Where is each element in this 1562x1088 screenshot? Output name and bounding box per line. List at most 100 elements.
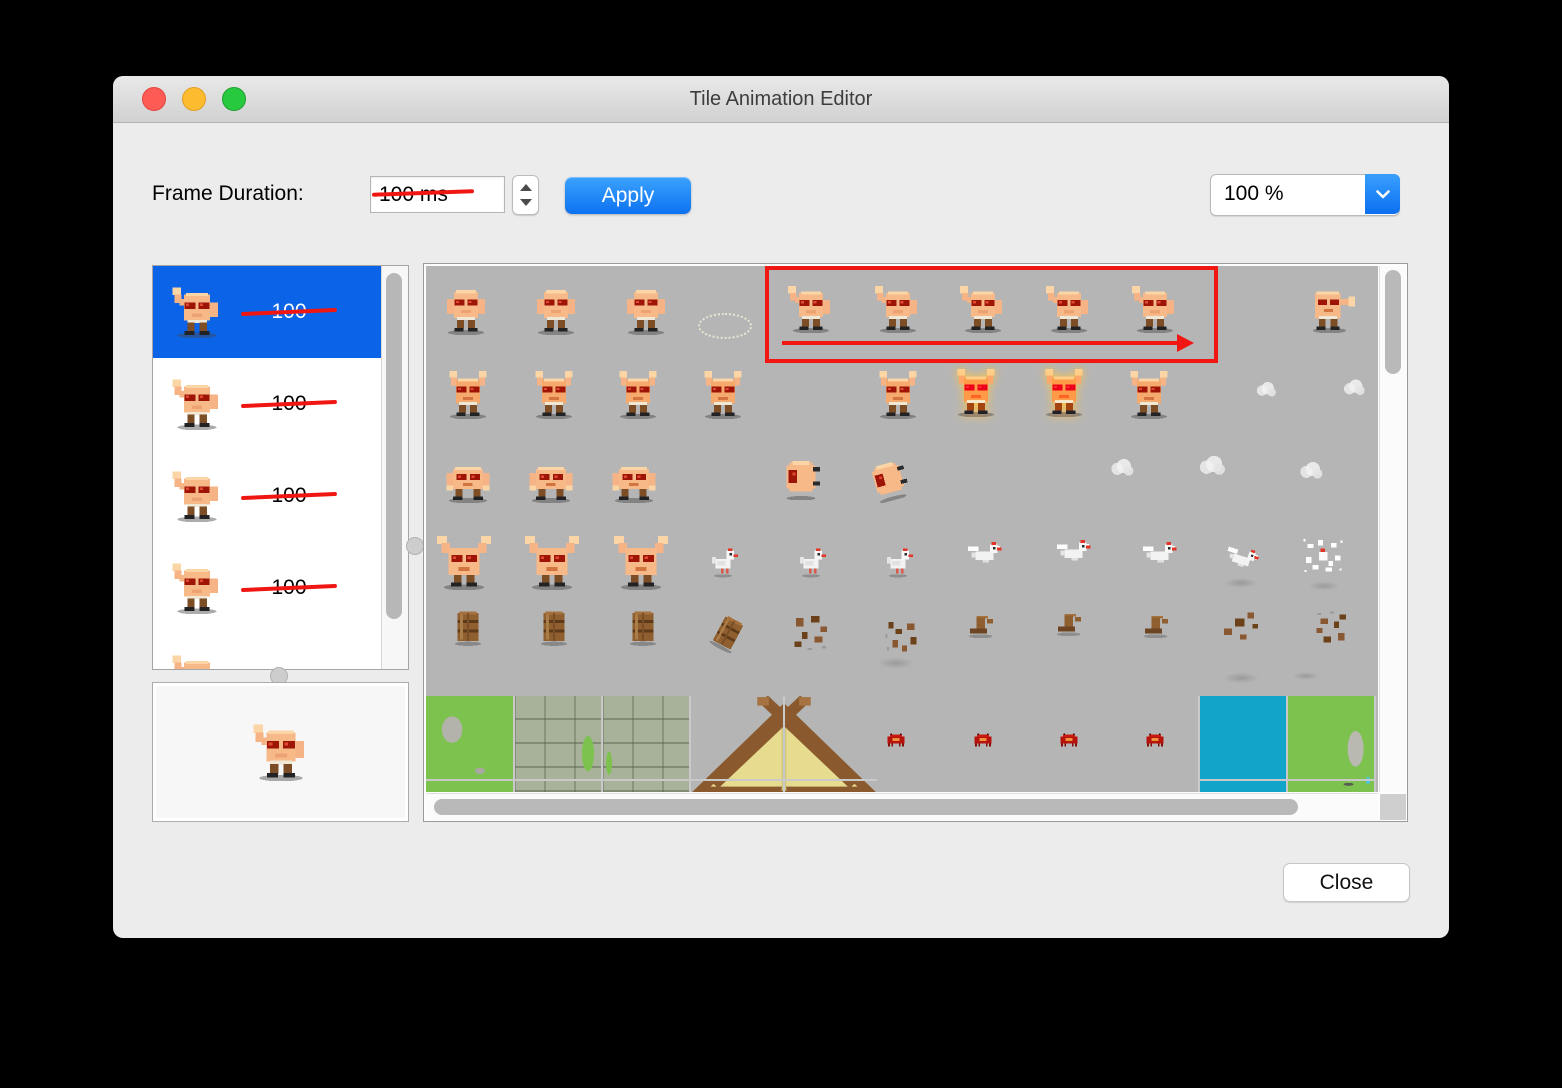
tile-sprite-guy-roll[interactable] [861, 452, 915, 506]
tile-sprite-debris[interactable] [1311, 607, 1351, 647]
tile-grid-line [1286, 696, 1288, 792]
tile-sprite-guy-crouch[interactable] [527, 455, 575, 503]
vertical-splitter-handle[interactable] [406, 537, 424, 555]
zoom-level-combobox[interactable]: 100 % [1210, 174, 1400, 216]
titlebar[interactable]: Tile Animation Editor [113, 76, 1449, 123]
tile-grid-line [1198, 696, 1200, 792]
tile-sprite-guy-stand[interactable] [442, 287, 490, 335]
tile-sprite-debris-fly[interactable] [1220, 606, 1262, 648]
tile-sprite-debris[interactable] [789, 611, 833, 655]
tile-sprite-crab[interactable] [970, 726, 997, 753]
stepper-up-icon[interactable] [519, 184, 532, 191]
tile-sprite-guy-cheer[interactable] [1040, 369, 1088, 417]
tile-sprite-guy-cheer[interactable] [1125, 371, 1173, 419]
tile-sprite-spot [1309, 581, 1339, 591]
tile-sprite-guy-ypose[interactable] [614, 536, 668, 590]
scrollbar-corner [1380, 794, 1406, 820]
tile-sprite-chunk[interactable] [1139, 604, 1177, 642]
window-title: Tile Animation Editor [689, 88, 873, 110]
tile-sprite-chunk[interactable] [964, 604, 1002, 642]
frame-list-item-4[interactable]: 100 [153, 542, 382, 634]
tile-sprite-chicken-fly[interactable] [1218, 536, 1263, 581]
tile-sprite-guy-cheer[interactable] [444, 371, 492, 419]
frame-list-scrollbar[interactable] [381, 266, 408, 669]
terrain-tile-grass[interactable] [426, 696, 513, 792]
terrain-tile-stone2[interactable] [602, 696, 690, 792]
tileset-vertical-scrollbar[interactable] [1379, 266, 1406, 792]
tile-sprite-guy-ypose[interactable] [437, 536, 491, 590]
tile-grid-line [426, 779, 689, 781]
tile-sprite-crab[interactable] [883, 726, 910, 753]
tile-sprite-puff[interactable] [1296, 455, 1326, 485]
frame-list-item-2[interactable]: 100 [153, 358, 382, 450]
tile-sprite-guy-cheer[interactable] [874, 371, 922, 419]
frame-thumbnail-sprite [171, 470, 223, 522]
apply-button[interactable]: Apply [565, 177, 691, 214]
tile-grid-line [691, 779, 877, 781]
frame-thumbnail-sprite [171, 286, 223, 338]
terrain-tile-grassrock[interactable] [1287, 696, 1375, 792]
tile-sprite-guy-cheer[interactable] [530, 371, 578, 419]
frame-thumbnail-sprite [171, 654, 223, 669]
tile-sprite-barrel[interactable] [622, 606, 664, 648]
tile-sprite-barrel[interactable] [533, 606, 575, 648]
frame-list-item-5[interactable] [153, 634, 382, 669]
stepper-down-icon[interactable] [519, 199, 532, 206]
tile-sprite-chicken-fly[interactable] [965, 536, 1003, 574]
preview-sprite [252, 723, 310, 781]
tile-sprite-spot [1224, 578, 1258, 588]
tile-sprite-guy-crouch[interactable] [444, 455, 492, 503]
tileset-horizontal-scrollbar[interactable] [426, 793, 1378, 820]
frame-thumbnail-sprite [171, 378, 223, 430]
tile-sprite-debris[interactable] [881, 617, 921, 657]
tileset-horizontal-scrollbar-thumb[interactable] [434, 799, 1298, 815]
tile-sprite-guy-cheer[interactable] [614, 371, 662, 419]
tile-sprite-crab[interactable] [1056, 726, 1083, 753]
frame-list-item-3[interactable]: 100 [153, 450, 382, 542]
tile-sprite-puff[interactable] [1107, 452, 1137, 482]
tile-sprite-puff[interactable] [1195, 448, 1229, 482]
frame-list-item-1[interactable]: 100 [153, 266, 382, 358]
frame-list-scrollbar-thumb[interactable] [386, 273, 402, 619]
tile-sprite-guy-stand[interactable] [622, 287, 670, 335]
close-button[interactable]: Close [1283, 863, 1410, 902]
tile-sprite-chicken-fly[interactable] [1140, 536, 1178, 574]
tile-sprite-chicken[interactable] [705, 543, 741, 579]
animation-frames-list[interactable]: 100100100100 [152, 265, 409, 670]
frame-duration-stepper[interactable] [512, 175, 539, 215]
chevron-down-icon [1376, 190, 1390, 199]
tile-sprite-chicken[interactable] [793, 543, 829, 579]
tile-sprite-guy-cheer[interactable] [952, 369, 1000, 417]
tile-sprite-guy-roll[interactable] [778, 454, 824, 500]
tile-sprite-chunk[interactable] [1052, 602, 1090, 640]
tile-sprite-spot [1223, 672, 1259, 684]
tile-sprite-barrel[interactable] [701, 606, 755, 660]
tile-grid-line [783, 696, 785, 792]
tile-sprite-guy-crouch[interactable] [610, 455, 658, 503]
screen: Tile Animation Editor Frame Duration: 10… [0, 0, 1562, 1088]
tile-sprite-chicken[interactable] [880, 543, 916, 579]
tile-sprite-puff[interactable] [1253, 376, 1279, 402]
tile-sprite-guy-ypose[interactable] [525, 536, 579, 590]
tile-sprite-guy-punch[interactable] [1307, 285, 1355, 333]
zoom-dropdown-button[interactable] [1365, 174, 1400, 214]
tileset-vertical-scrollbar-thumb[interactable] [1385, 270, 1401, 374]
tile-sprite-barrel[interactable] [447, 606, 489, 648]
tile-grid-line [689, 696, 691, 792]
zoom-level-value: 100 % [1224, 182, 1284, 205]
terrain-tile-water[interactable] [1199, 696, 1286, 792]
tile-grid-line [601, 696, 603, 792]
tile-sprite-guy-stand[interactable] [532, 287, 580, 335]
terrain-tile-stone[interactable] [514, 696, 601, 792]
tile-sprite-crab[interactable] [1142, 726, 1169, 753]
animation-preview [152, 682, 409, 822]
tile-sprite-chicken-fly[interactable] [1054, 534, 1092, 572]
tile-sprite-ghost[interactable] [698, 313, 752, 339]
tile-grid-line [513, 696, 515, 792]
tile-sprite-puff[interactable] [1340, 373, 1368, 401]
tile-sprite-chicken-burst[interactable] [1302, 536, 1344, 578]
annotation-highlight-rect [765, 266, 1218, 363]
tile-sprite-guy-cheer[interactable] [699, 371, 747, 419]
annotation-arrow [782, 334, 1194, 352]
tile-sprite-spot [1293, 672, 1319, 680]
